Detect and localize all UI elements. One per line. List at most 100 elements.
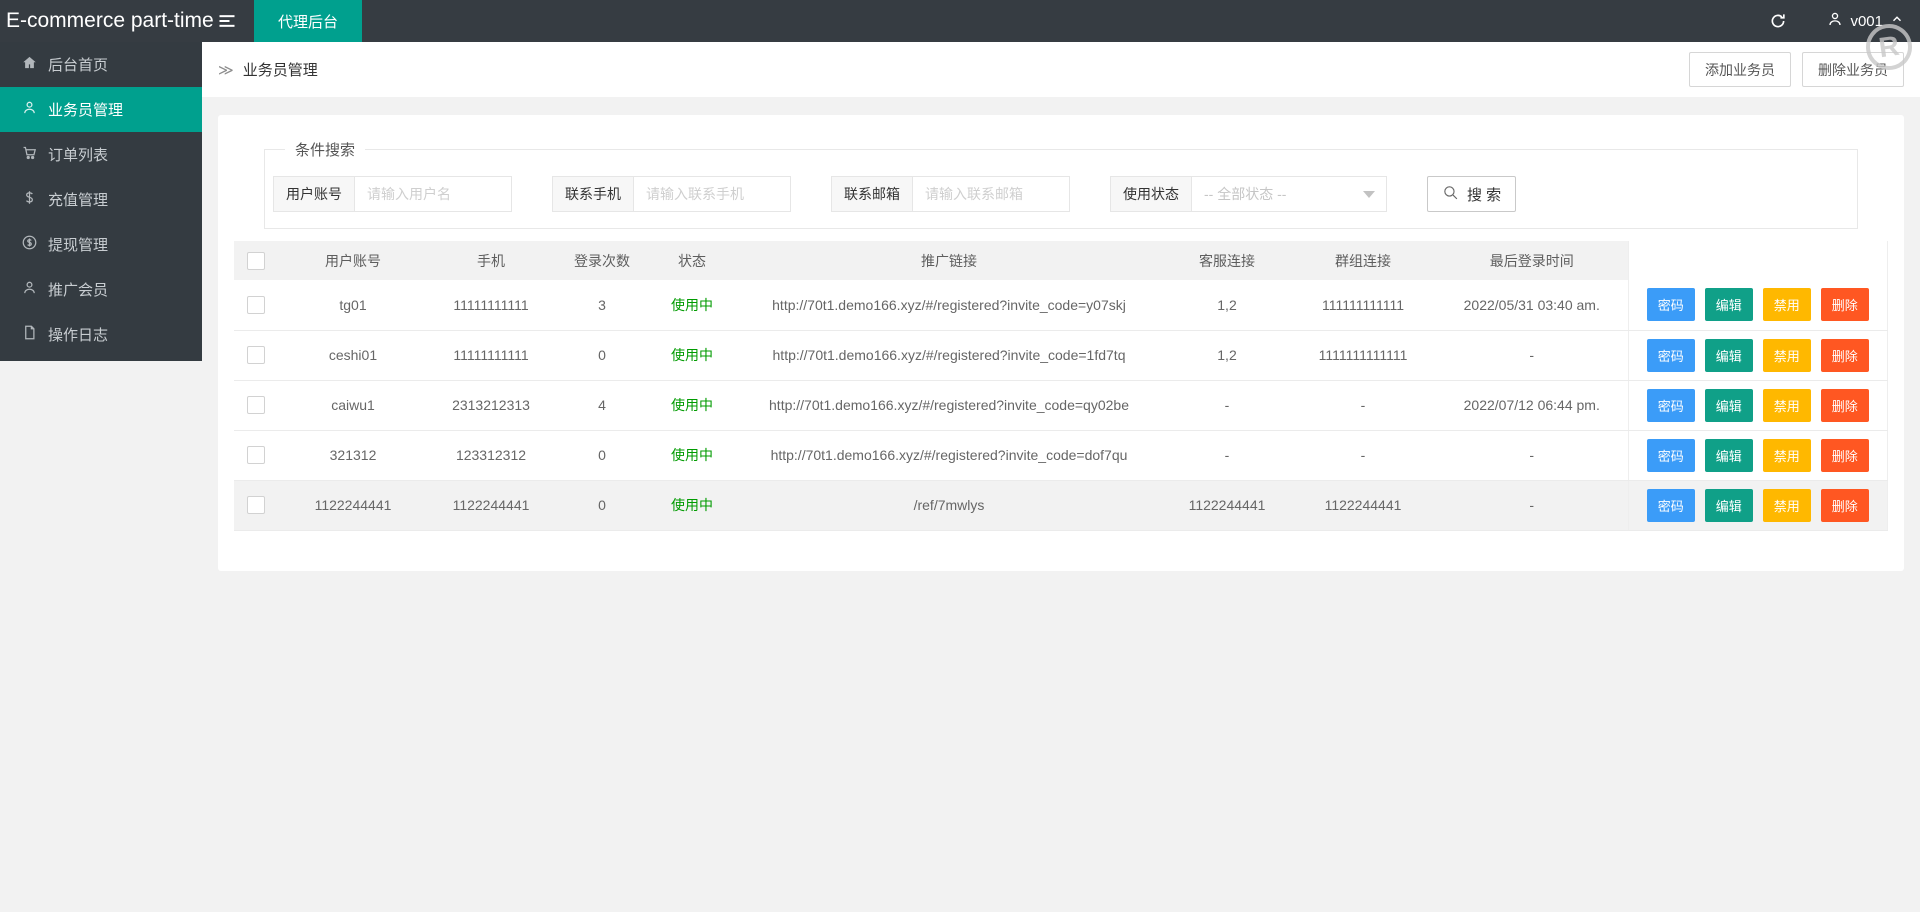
user-icon	[22, 100, 37, 119]
sidebar-item-withdraw[interactable]: 提现管理	[0, 222, 202, 267]
cell-status: 使用中	[650, 380, 734, 430]
cell-status: 使用中	[650, 330, 734, 380]
cell-promo-link: http://70t1.demo166.xyz/#/registered?inv…	[734, 330, 1164, 380]
cell-group-link: -	[1290, 380, 1436, 430]
tab-agent-admin[interactable]: 代理后台	[254, 0, 362, 42]
edit-button[interactable]: 编辑	[1705, 489, 1753, 522]
user-icon	[22, 280, 37, 299]
col-header-service: 客服连接	[1164, 241, 1290, 280]
edit-button[interactable]: 编辑	[1705, 389, 1753, 422]
disable-button[interactable]: 禁用	[1763, 339, 1811, 372]
table-row: 321312 123312312 0 使用中 http://70t1.demo1…	[234, 430, 1888, 480]
dollar-icon	[22, 190, 37, 209]
col-header-account: 用户账号	[278, 241, 428, 280]
email-input[interactable]	[912, 176, 1070, 212]
sidebar-item-promo-members[interactable]: 推广会员	[0, 267, 202, 312]
breadcrumb-icon: ≫	[218, 61, 234, 79]
cell-service-link: 1,2	[1164, 330, 1290, 380]
status-field-group: 使用状态 -- 全部状态 --	[1110, 176, 1387, 212]
search-panel: 条件搜索 用户账号 联系手机 联系邮箱	[264, 139, 1858, 229]
account-input[interactable]	[354, 176, 512, 212]
sidebar-item-orders[interactable]: 订单列表	[0, 132, 202, 177]
cell-group-link: 1122244441	[1290, 480, 1436, 530]
doc-icon	[22, 325, 37, 344]
col-header-link: 推广链接	[734, 241, 1164, 280]
cell-promo-link: http://70t1.demo166.xyz/#/registered?inv…	[734, 430, 1164, 480]
disable-button[interactable]: 禁用	[1763, 288, 1811, 321]
menu-toggle-icon[interactable]	[214, 0, 240, 42]
cell-service-link: 1122244441	[1164, 480, 1290, 530]
delete-button[interactable]: 删除	[1821, 339, 1869, 372]
table-row: 1122244441 1122244441 0 使用中 /ref/7mwlys …	[234, 480, 1888, 530]
edit-button[interactable]: 编辑	[1705, 439, 1753, 472]
disable-button[interactable]: 禁用	[1763, 389, 1811, 422]
cell-account: caiwu1	[278, 380, 428, 430]
col-header-phone: 手机	[428, 241, 554, 280]
row-checkbox[interactable]	[247, 446, 265, 464]
cell-service-link: -	[1164, 430, 1290, 480]
password-button[interactable]: 密码	[1647, 439, 1695, 472]
sidebar-item-logs[interactable]: 操作日志	[0, 312, 202, 357]
cell-promo-link: http://70t1.demo166.xyz/#/registered?inv…	[734, 380, 1164, 430]
sidebar-item-salesman[interactable]: 业务员管理	[0, 87, 202, 132]
phone-field-label: 联系手机	[552, 176, 634, 212]
status-field-label: 使用状态	[1110, 176, 1192, 212]
delete-button[interactable]: 删除	[1821, 389, 1869, 422]
delete-button[interactable]: 删除	[1821, 288, 1869, 321]
content-card: 条件搜索 用户账号 联系手机 联系邮箱	[218, 115, 1904, 571]
add-salesman-button[interactable]: 添加业务员	[1689, 52, 1791, 87]
cell-actions: 密码编辑禁用删除	[1628, 480, 1888, 530]
phone-field-group: 联系手机	[552, 176, 791, 212]
row-checkbox[interactable]	[247, 396, 265, 414]
cell-last-login: -	[1436, 430, 1628, 480]
row-checkbox[interactable]	[247, 496, 265, 514]
select-all-checkbox[interactable]	[247, 252, 265, 270]
phone-input[interactable]	[633, 176, 791, 212]
sidebar: 后台首页 业务员管理 订单列表 充值管理 提现管理 推广会员 操作日志	[0, 42, 202, 361]
edit-button[interactable]: 编辑	[1705, 339, 1753, 372]
sidebar-item-label: 提现管理	[48, 234, 108, 255]
cell-phone: 2313212313	[428, 380, 554, 430]
row-checkbox[interactable]	[247, 296, 265, 314]
disable-button[interactable]: 禁用	[1763, 439, 1811, 472]
cell-service-link: -	[1164, 380, 1290, 430]
cell-phone: 123312312	[428, 430, 554, 480]
account-field-label: 用户账号	[273, 176, 355, 212]
refresh-icon[interactable]	[1749, 0, 1807, 42]
cell-login-count: 0	[554, 330, 650, 380]
table-row: tg01 11111111111 3 使用中 http://70t1.demo1…	[234, 280, 1888, 330]
cell-phone: 1122244441	[428, 480, 554, 530]
cell-actions: 密码编辑禁用删除	[1628, 430, 1888, 480]
disable-button[interactable]: 禁用	[1763, 489, 1811, 522]
app-logo: E-commerce part-time	[0, 9, 202, 33]
password-button[interactable]: 密码	[1647, 489, 1695, 522]
cell-last-login: -	[1436, 330, 1628, 380]
search-button[interactable]: 搜 索	[1427, 176, 1516, 212]
cart-icon	[22, 145, 37, 164]
table-header-row: 用户账号 手机 登录次数 状态 推广链接 客服连接 群组连接 最后登录时间	[234, 241, 1888, 280]
password-button[interactable]: 密码	[1647, 339, 1695, 372]
cell-login-count: 4	[554, 380, 650, 430]
delete-button[interactable]: 删除	[1821, 439, 1869, 472]
col-header-status: 状态	[650, 241, 734, 280]
delete-button[interactable]: 删除	[1821, 489, 1869, 522]
password-button[interactable]: 密码	[1647, 389, 1695, 422]
sidebar-item-label: 推广会员	[48, 279, 108, 300]
row-checkbox[interactable]	[247, 346, 265, 364]
status-select[interactable]: -- 全部状态 --	[1191, 176, 1387, 212]
cell-group-link: 111111111111	[1290, 280, 1436, 330]
cell-login-count: 0	[554, 430, 650, 480]
cell-actions: 密码编辑禁用删除	[1628, 280, 1888, 330]
breadcrumb: ≫ 业务员管理	[218, 59, 318, 80]
table-row: ceshi01 11111111111 0 使用中 http://70t1.de…	[234, 330, 1888, 380]
edit-button[interactable]: 编辑	[1705, 288, 1753, 321]
cell-last-login: -	[1436, 480, 1628, 530]
sidebar-item-recharge[interactable]: 充值管理	[0, 177, 202, 222]
sidebar-item-label: 后台首页	[48, 54, 108, 75]
cell-account: 321312	[278, 430, 428, 480]
sidebar-item-label: 订单列表	[48, 144, 108, 165]
page-toolbar: ≫ 业务员管理 添加业务员 删除业务员	[202, 42, 1920, 97]
search-icon	[1442, 184, 1459, 205]
sidebar-item-dashboard[interactable]: 后台首页	[0, 42, 202, 87]
password-button[interactable]: 密码	[1647, 288, 1695, 321]
